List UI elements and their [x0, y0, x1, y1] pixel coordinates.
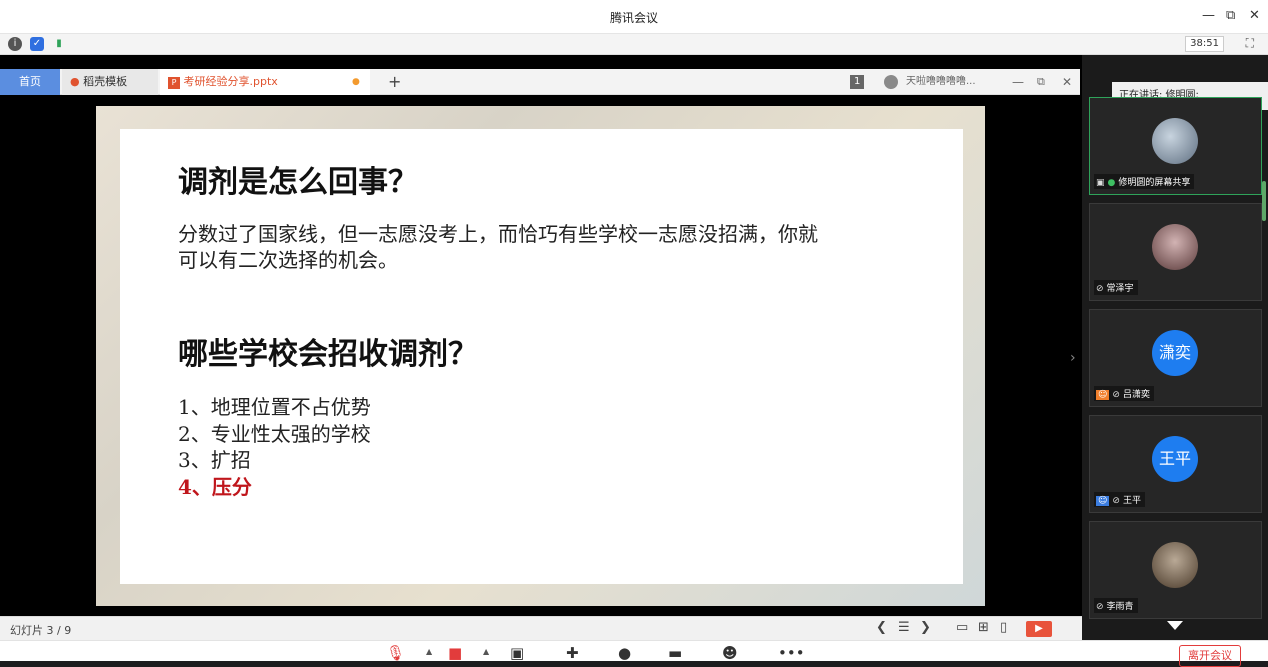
tab-docer-templates[interactable]: ● 稻壳模板 [62, 69, 158, 95]
shared-screen: 首页 ● 稻壳模板 P 考研经验分享.pptx ● + 1 天啦噜噜噜噜... … [0, 55, 1082, 640]
user-name[interactable]: 天啦噜噜噜噜... [906, 69, 976, 95]
slide-counter: 幻灯片 3 / 9 [10, 624, 72, 637]
slide-heading-2: 哪些学校会招收调剂？ [178, 337, 478, 372]
mic-options-chevron-icon[interactable]: ▲ [426, 647, 432, 656]
invite-icon[interactable]: ✚ [566, 644, 579, 662]
list-item: 3、扩招 [178, 448, 251, 472]
wps-tab-bar: 首页 ● 稻壳模板 P 考研经验分享.pptx ● + 1 天啦噜噜噜噜... … [0, 69, 1080, 95]
more-icon[interactable]: ••• [778, 644, 805, 662]
participant-tile[interactable]: ▣ ● 修明圆的屏幕共享 [1089, 97, 1262, 195]
user-icon: ☺ [1096, 496, 1110, 506]
mic-muted-icon: ⊘ [1096, 284, 1104, 294]
participant-tile[interactable]: 潇奕 ☺ ⊘ 吕潇奕 [1089, 309, 1262, 407]
slide-canvas: 调剂是怎么回事？ 分数过了国家线，但一志愿没考上，而恰巧有些学校一志愿没招满，你… [96, 106, 985, 606]
mic-muted-icon: ⊘ [1096, 602, 1104, 612]
wps-close-icon[interactable]: ✕ [1062, 69, 1072, 95]
docer-icon: ● [70, 75, 80, 88]
play-slideshow-button[interactable]: ▶ [1026, 621, 1052, 637]
prev-slide-icon[interactable]: ❮ [876, 620, 887, 635]
participant-name: 常泽宇 [1106, 284, 1134, 294]
user-icon: ☺ [1096, 390, 1110, 400]
grid-view-icon[interactable]: ⊞ [978, 620, 989, 635]
fullscreen-icon[interactable]: ⛶ [1246, 36, 1254, 51]
tab-docer-label: 稻壳模板 [83, 75, 128, 88]
participant-name: 王平 [1122, 496, 1141, 506]
slide-status-bar: 幻灯片 3 / 9 ❮ ☰ ❯ ▭ ⊞ ▯ ▶ [0, 616, 1082, 640]
scroll-down-icon[interactable] [1167, 621, 1183, 630]
avatar [1152, 118, 1198, 164]
participant-name: 吕潇奕 [1122, 390, 1150, 400]
info-icon[interactable]: i [8, 37, 22, 51]
mic-on-icon: ● [1107, 178, 1116, 188]
wps-minimize-icon[interactable]: — [1012, 69, 1024, 95]
meeting-toolbar: 🎙 ▲ ■ ▲ ▣ ✚ ● ▬ ☻ ••• 离开会议 [0, 640, 1268, 667]
avatar [1152, 224, 1198, 270]
leave-meeting-button[interactable]: 离开会议 [1179, 645, 1241, 667]
participant-name-tag: ▣ ● 修明圆的屏幕共享 [1094, 174, 1195, 189]
camera-off-icon[interactable]: ■ [448, 644, 462, 662]
new-tab-button[interactable]: + [380, 69, 404, 95]
participant-tile[interactable]: ⊘ 常泽宇 [1089, 203, 1262, 301]
participant-name: 修明圆的屏幕共享 [1118, 178, 1191, 188]
reading-view-icon[interactable]: ▯ [1000, 620, 1007, 635]
slide: 调剂是怎么回事？ 分数过了国家线，但一志愿没考上，而恰巧有些学校一志愿没招满，你… [120, 129, 963, 584]
slide-paragraph-line-2: 可以有二次选择的机会。 [178, 248, 398, 272]
ppt-icon: P [168, 77, 180, 89]
list-item: 2、专业性太强的学校 [178, 421, 371, 446]
shield-icon[interactable]: ✓ [30, 37, 44, 51]
meeting-timer: 38:51 [1185, 36, 1224, 52]
slide-list: 1、地理位置不占优势 2、专业性太强的学校 3、扩招 4、压分 [178, 394, 371, 500]
meeting-info-bar: i ✓ ▮ 38:51 ⛶ [0, 34, 1268, 55]
participant-name-tag: ⊘ 李雨青 [1094, 598, 1138, 613]
participant-name: 李雨青 [1106, 602, 1134, 612]
signal-icon[interactable]: ▮ [52, 37, 66, 51]
minimize-icon[interactable]: — [1202, 8, 1215, 23]
user-avatar[interactable] [884, 75, 898, 89]
restore-icon[interactable]: ⧉ [1226, 8, 1235, 23]
mic-muted-icon[interactable]: 🎙 [386, 644, 405, 662]
tab-pptx-label: 考研经验分享.pptx [183, 75, 278, 88]
avatar: 潇奕 [1152, 330, 1198, 376]
wps-restore-icon[interactable]: ⧉ [1037, 69, 1045, 95]
slide-paragraph-line-1: 分数过了国家线，但一志愿没考上，而恰巧有些学校一志愿没招满，你就 [178, 222, 818, 246]
slide-paragraph: 分数过了国家线，但一志愿没考上，而恰巧有些学校一志愿没招满，你就 可以有二次选择… [178, 221, 908, 273]
tab-pptx[interactable]: P 考研经验分享.pptx ● [160, 69, 370, 95]
share-screen-icon[interactable]: ▣ [510, 644, 524, 662]
chat-icon[interactable]: ▬ [668, 644, 682, 662]
window-titlebar: 腾讯会议 — ⧉ ✕ [0, 0, 1268, 34]
mic-muted-icon: ⊘ [1112, 390, 1120, 400]
slide-heading-1: 调剂是怎么回事？ [178, 165, 418, 200]
emoji-icon[interactable]: ☻ [722, 644, 738, 662]
participant-name-tag: ☺ ⊘ 王平 [1094, 492, 1145, 507]
mic-muted-icon: ⊘ [1112, 496, 1120, 506]
page-badge: 1 [850, 75, 865, 89]
expand-arrow-icon[interactable]: › [1070, 350, 1076, 366]
camera-options-chevron-icon[interactable]: ▲ [483, 647, 489, 656]
screen-share-icon: ▣ [1096, 178, 1105, 188]
close-icon[interactable]: ✕ [1249, 8, 1260, 23]
participant-tile[interactable]: ⊘ 李雨青 [1089, 521, 1262, 619]
participants-panel: 正在讲话: 修明圆; ▣ ● 修明圆的屏幕共享 ⊘ 常泽宇 潇奕 ☺ ⊘ 吕潇奕 王平 ☺… [1082, 55, 1268, 640]
window-title: 腾讯会议 [609, 11, 658, 25]
participants-scrollbar[interactable] [1262, 181, 1266, 221]
tab-home[interactable]: 首页 [0, 69, 60, 95]
members-icon[interactable]: ● [618, 644, 631, 662]
unsaved-dot-icon: ● [352, 77, 360, 87]
list-item-highlight: 4、压分 [178, 474, 252, 499]
participant-name-tag: ☺ ⊘ 吕潇奕 [1094, 386, 1154, 401]
participant-tile[interactable]: 王平 ☺ ⊘ 王平 [1089, 415, 1262, 513]
list-item: 1、地理位置不占优势 [178, 395, 371, 419]
normal-view-icon[interactable]: ▭ [956, 620, 968, 635]
avatar [1152, 542, 1198, 588]
next-slide-icon[interactable]: ❯ [920, 620, 931, 635]
slide-list-icon[interactable]: ☰ [898, 620, 910, 635]
participant-name-tag: ⊘ 常泽宇 [1094, 280, 1138, 295]
avatar: 王平 [1152, 436, 1198, 482]
